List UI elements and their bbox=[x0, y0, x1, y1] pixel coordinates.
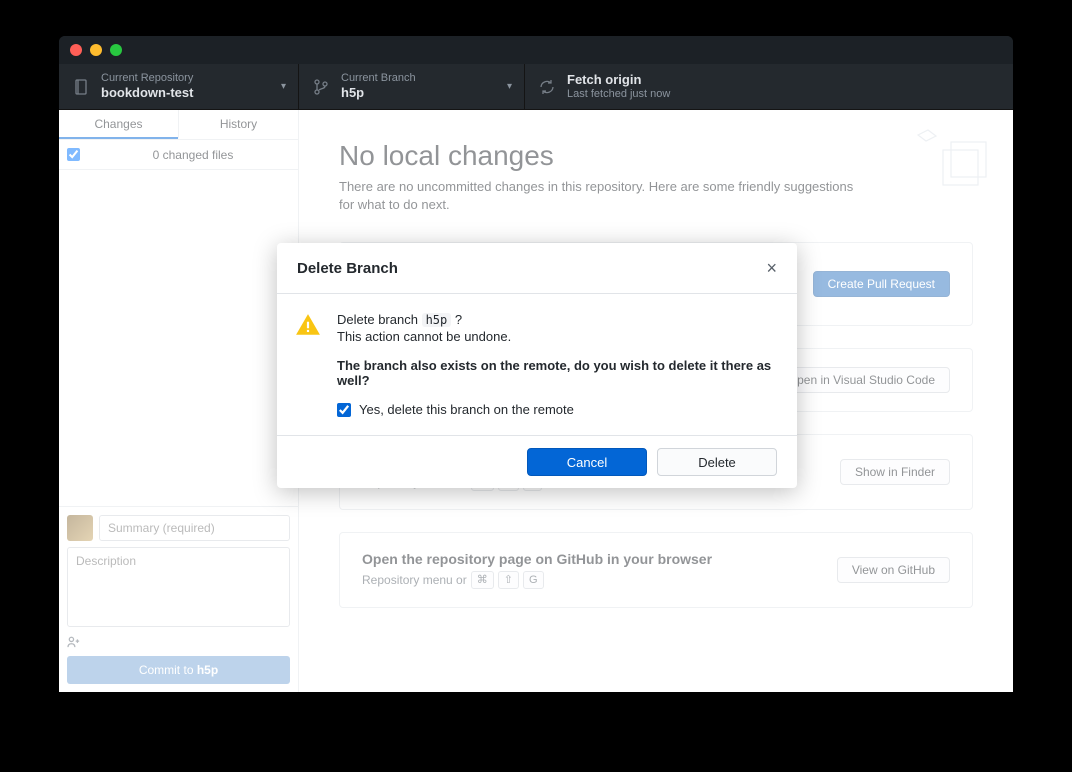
dialog-message-3: The branch also exists on the remote, do… bbox=[337, 358, 777, 388]
fetch-origin-button[interactable]: Fetch origin Last fetched just now bbox=[525, 64, 765, 109]
delete-on-remote-checkbox[interactable]: Yes, delete this branch on the remote bbox=[337, 402, 777, 417]
warning-icon bbox=[295, 312, 321, 338]
branch-icon bbox=[313, 79, 329, 95]
repo-label: Current Repository bbox=[101, 72, 193, 85]
dialog-message-2: This action cannot be undone. bbox=[337, 329, 777, 344]
chevron-down-icon: ▾ bbox=[281, 81, 286, 92]
zoom-window-icon[interactable] bbox=[110, 44, 122, 56]
delete-button[interactable]: Delete bbox=[657, 448, 777, 476]
fetch-sub: Last fetched just now bbox=[567, 88, 670, 101]
current-branch-dropdown[interactable]: Current Branch h5p ▾ bbox=[299, 64, 525, 109]
close-window-icon[interactable] bbox=[70, 44, 82, 56]
cancel-button[interactable]: Cancel bbox=[527, 448, 647, 476]
dialog-message-1: Delete branch h5p ? bbox=[337, 312, 777, 327]
fetch-label: Fetch origin bbox=[567, 72, 670, 88]
repo-icon bbox=[73, 79, 89, 95]
close-icon[interactable]: × bbox=[766, 259, 777, 277]
titlebar bbox=[59, 36, 1013, 64]
delete-branch-dialog: Delete Branch × Delete branch h5p ? This… bbox=[277, 243, 797, 488]
chevron-down-icon: ▾ bbox=[507, 81, 512, 92]
sync-icon bbox=[539, 79, 555, 95]
minimize-window-icon[interactable] bbox=[90, 44, 102, 56]
branch-label: Current Branch bbox=[341, 72, 416, 85]
repo-value: bookdown-test bbox=[101, 85, 193, 101]
current-repository-dropdown[interactable]: Current Repository bookdown-test ▾ bbox=[59, 64, 299, 109]
dialog-title: Delete Branch bbox=[297, 260, 398, 277]
toolbar: Current Repository bookdown-test ▾ Curre… bbox=[59, 64, 1013, 110]
branch-value: h5p bbox=[341, 85, 416, 101]
app-window: Current Repository bookdown-test ▾ Curre… bbox=[59, 36, 1013, 692]
delete-on-remote-input[interactable] bbox=[337, 403, 351, 417]
